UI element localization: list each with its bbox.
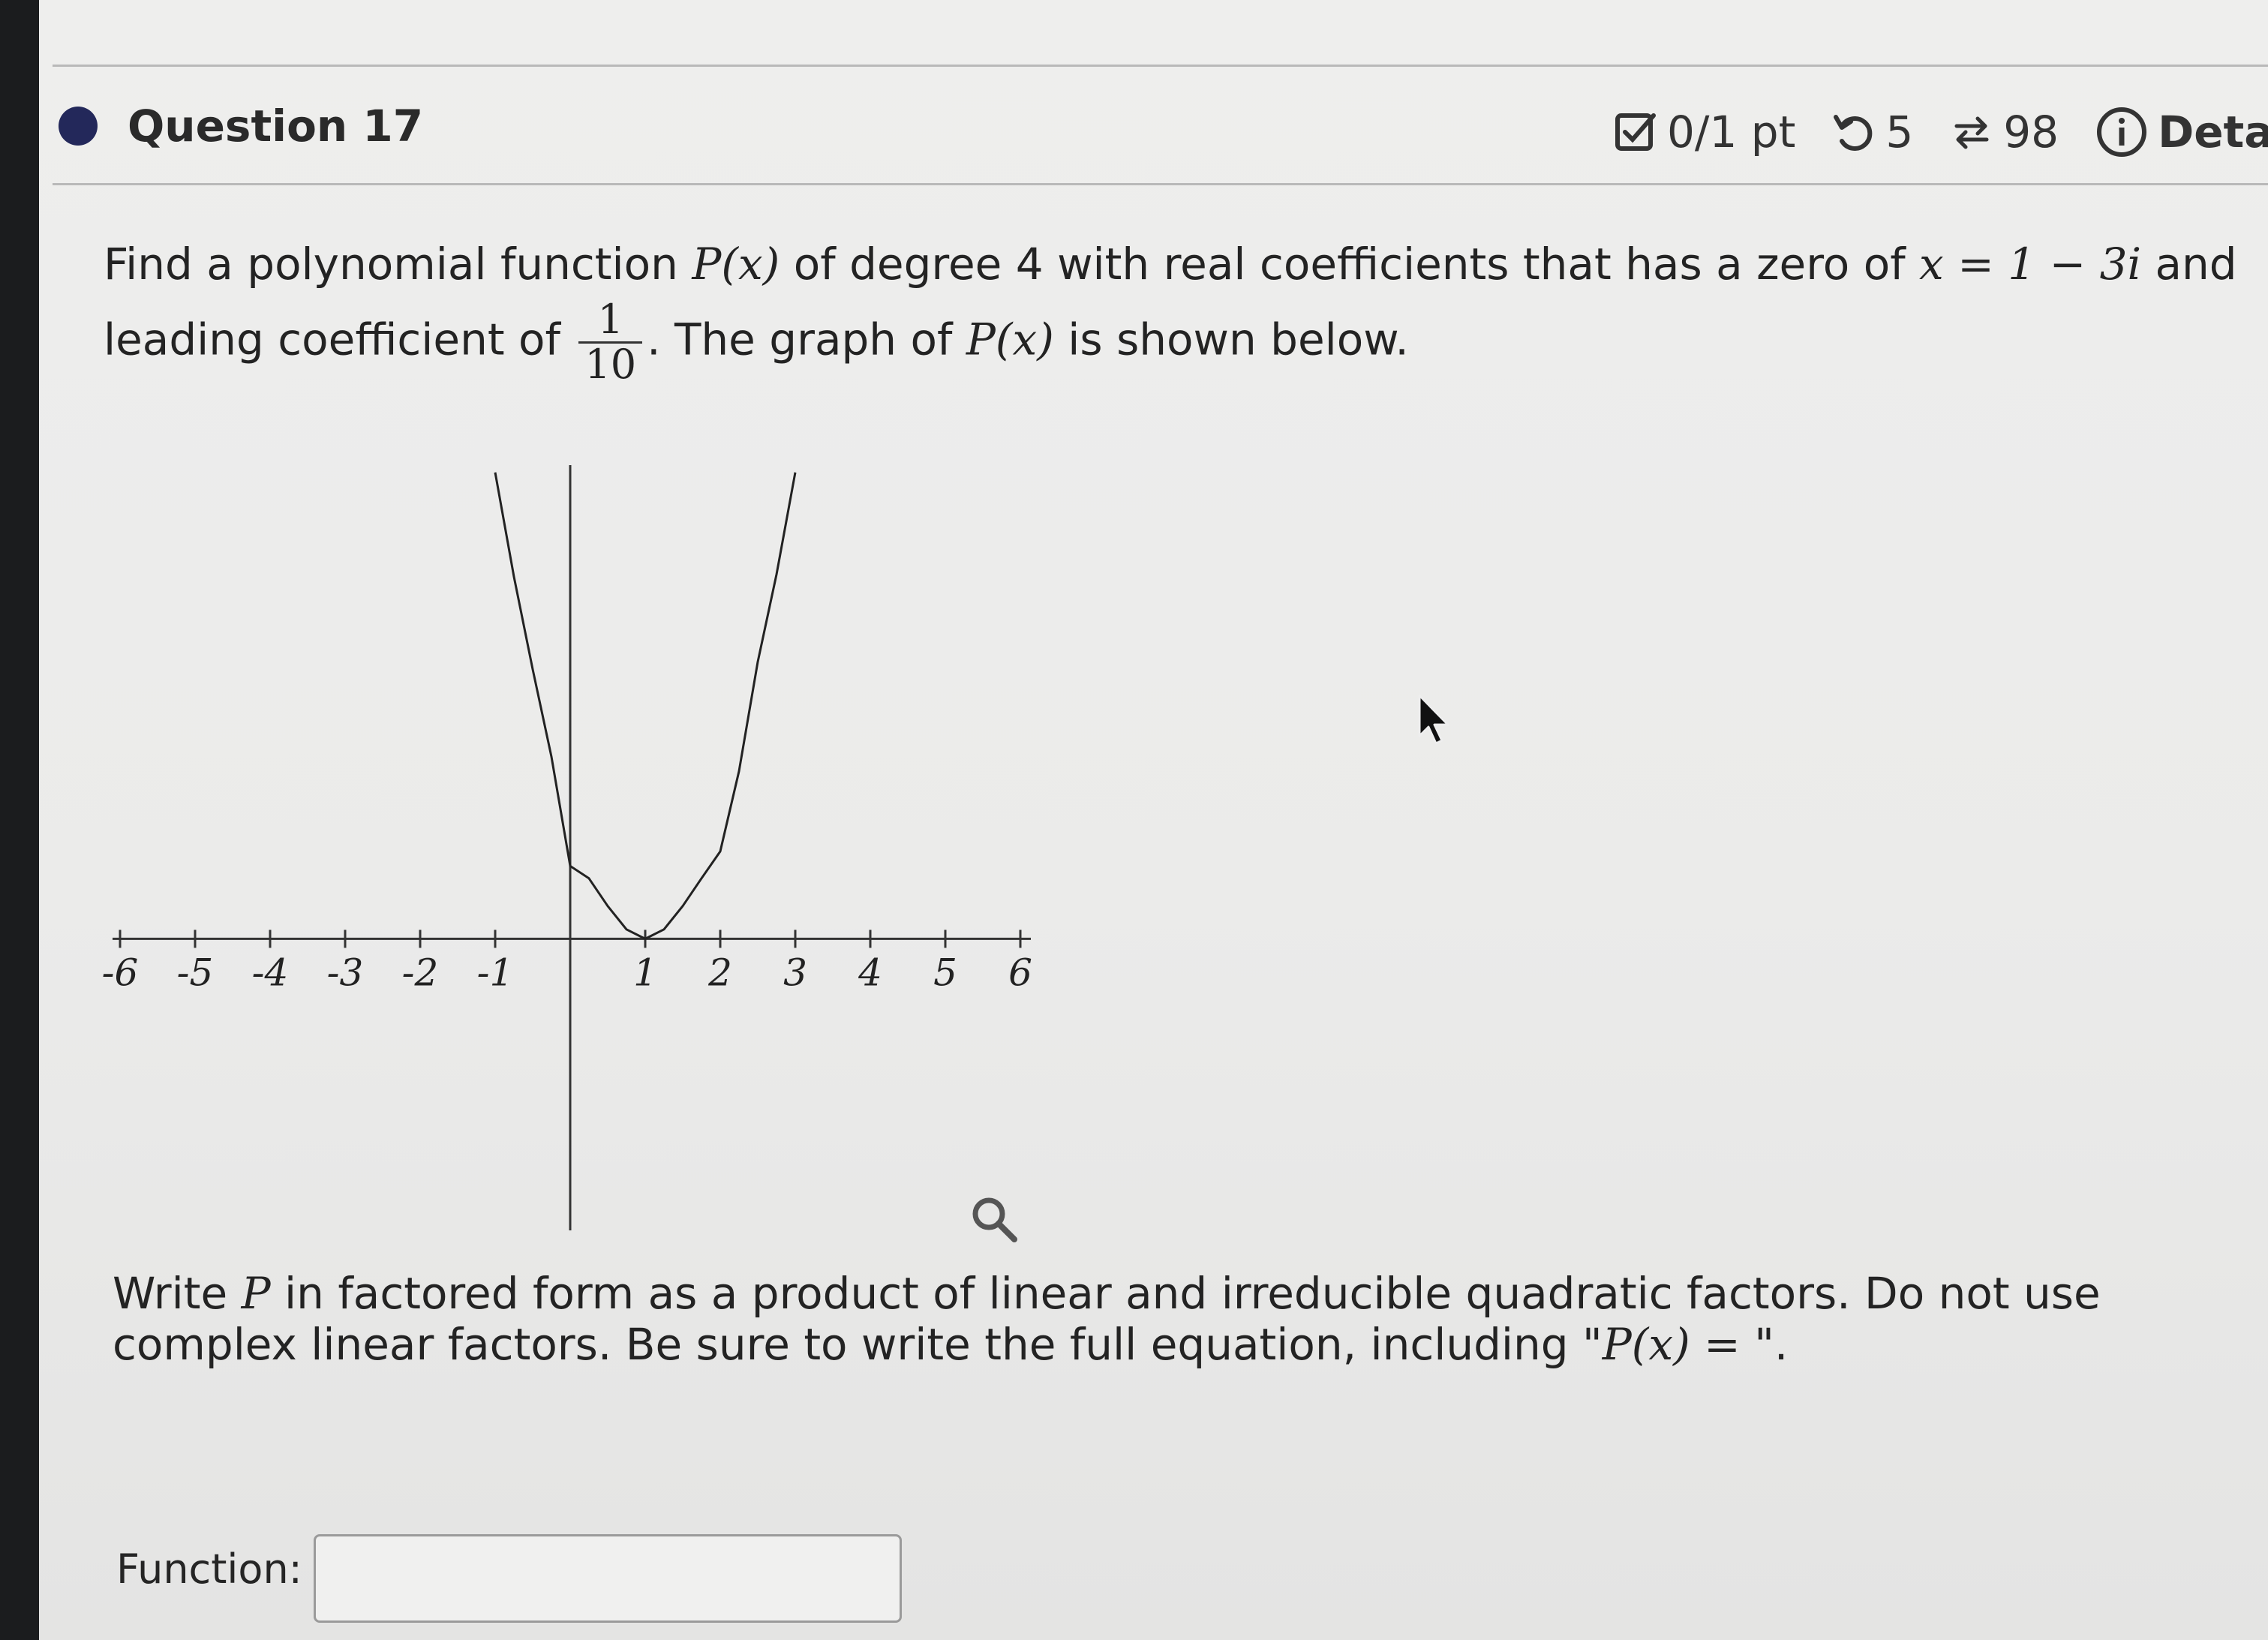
x-tick-label: -6	[102, 951, 139, 994]
function-name: P(x)	[966, 314, 1054, 365]
x-tick-label: -3	[327, 951, 364, 994]
x-tick-label: 2	[707, 951, 732, 994]
magnifier-icon[interactable]	[968, 1193, 1022, 1247]
x-tick-label: -4	[252, 951, 289, 994]
x-tick-label: -2	[402, 951, 439, 994]
score-value: 0/1 pt	[1667, 107, 1796, 158]
retries-count: 5	[1885, 107, 1914, 158]
prompt-text: is shown below.	[1053, 314, 1409, 365]
question-status-dot	[59, 107, 98, 146]
equation-prefix: P(x) =	[1602, 1319, 1755, 1370]
question-prompt-line-2: leading coefficient of 1 10. The graph of…	[104, 298, 1409, 388]
zero-expression: x = 1 − 3i	[1919, 239, 2142, 290]
header-divider	[53, 183, 2268, 185]
x-tick-label: 6	[1008, 951, 1032, 994]
submissions-indicator: 98	[1949, 107, 2059, 158]
score-indicator: 0/1 pt	[1613, 107, 1795, 158]
top-divider	[53, 65, 2268, 67]
x-tick-label: 3	[783, 951, 807, 994]
x-tick-label: 5	[933, 951, 957, 994]
instruction-text: ".	[1754, 1319, 1789, 1370]
instruction-text: Write	[113, 1268, 242, 1319]
prompt-text: and	[2141, 239, 2237, 290]
x-tick-label: 1	[633, 951, 657, 994]
screen-bezel	[0, 0, 39, 1640]
prompt-text: leading coefficient of	[104, 314, 575, 365]
question-prompt-line-1: Find a polynomial function P(x) of degre…	[104, 239, 2237, 290]
polynomial-graph: -6 -5 -4 -3 -2 -1 1 2 3 4 5 6	[102, 465, 1032, 1230]
function-label: Function:	[116, 1545, 302, 1593]
prompt-text: of degree 4 with real coefficients that …	[780, 239, 1920, 290]
x-tick-label: -1	[477, 951, 514, 994]
prompt-text: Find a polynomial function	[104, 239, 692, 290]
question-status-bar: 0/1 pt 5 98 Deta	[1613, 105, 2268, 159]
retries-indicator: 5	[1831, 107, 1913, 158]
leading-coefficient-fraction: 1 10	[578, 298, 643, 388]
fraction-numerator: 1	[578, 298, 643, 344]
instruction-text: in factored form as a product of linear …	[113, 1268, 2101, 1370]
fraction-denominator: 10	[584, 340, 637, 388]
function-name: P(x)	[692, 239, 780, 290]
x-tick-label: -5	[177, 951, 214, 994]
details-label: Deta	[2158, 107, 2268, 158]
retry-icon	[1834, 115, 1873, 151]
submissions-count: 98	[2003, 107, 2059, 158]
function-answer-input[interactable]	[314, 1534, 902, 1623]
polynomial-curve	[494, 472, 797, 940]
prompt-text: . The graph of	[647, 314, 966, 365]
checkbox-icon	[1615, 113, 1656, 151]
submissions-icon	[1954, 116, 1989, 149]
info-icon	[2097, 107, 2147, 157]
x-tick-label: 4	[858, 951, 882, 994]
details-button[interactable]: Deta	[2095, 105, 2268, 159]
instructions: Write P in factored form as a product of…	[113, 1268, 2183, 1370]
question-title: Question 17	[128, 101, 424, 152]
variable-p: P	[241, 1268, 271, 1319]
mouse-pointer-icon	[1418, 694, 1449, 745]
